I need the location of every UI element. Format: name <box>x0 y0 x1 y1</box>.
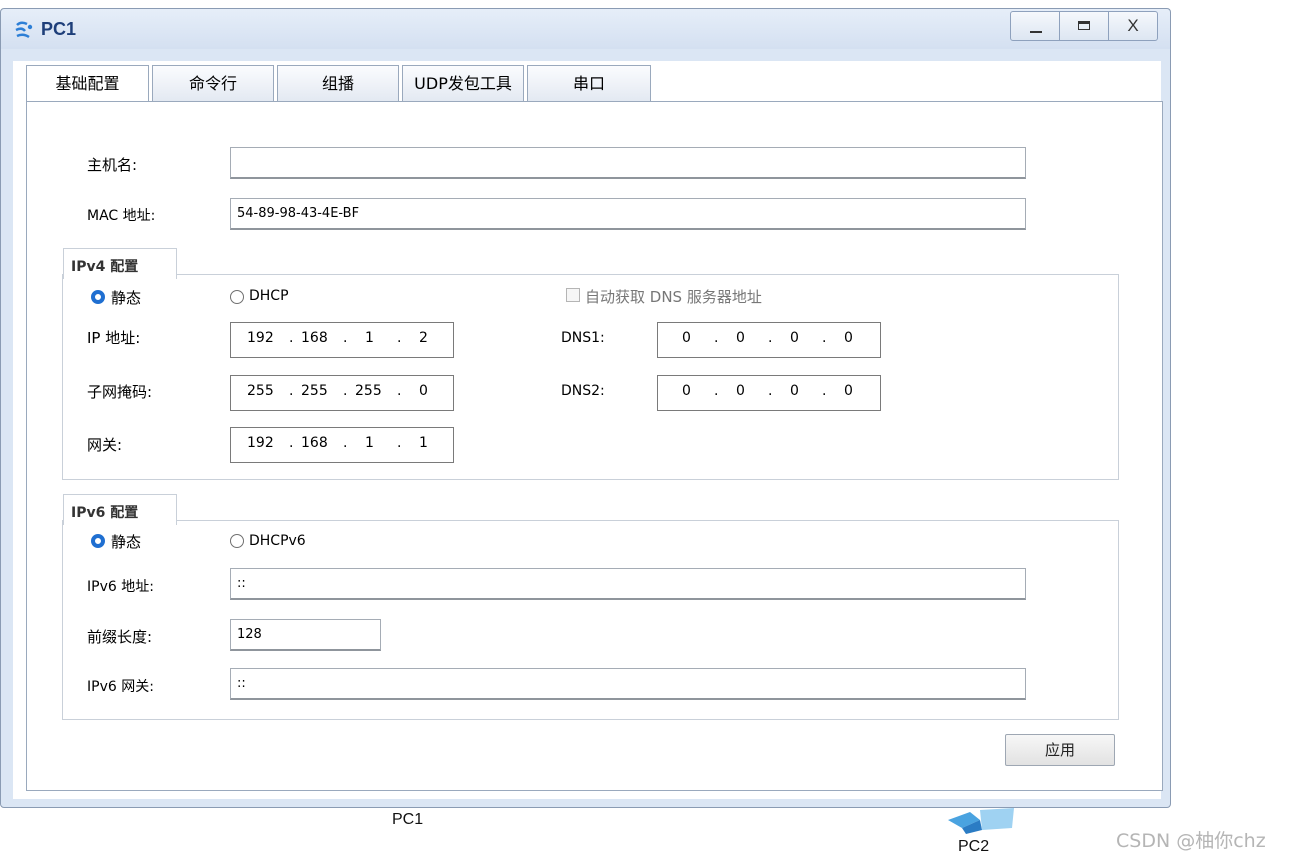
network-pc-icon <box>15 21 33 39</box>
mask-octet-3: 255 <box>355 383 382 399</box>
mac-input[interactable]: 54-89-98-43-4E-BF <box>230 198 1026 230</box>
ipv6-static-label: 静态 <box>111 533 142 551</box>
ip-octet-4: 2 <box>419 330 428 346</box>
pc1-config-window: PC1 X 基础配置 命令行 组播 UDP发包工具 串口 主机名: MAC 地址… <box>0 8 1171 808</box>
ipv4-static-label: 静态 <box>111 289 142 307</box>
ipv6-group-title: IPv6 配置 <box>71 505 139 521</box>
mask-octet-2: 255 <box>301 383 328 399</box>
ipv4-dhcp-radio[interactable] <box>230 290 244 304</box>
subnet-mask-input[interactable]: 255 . 255 . 255 . 0 <box>230 375 454 411</box>
pc2-node-icon[interactable] <box>940 806 1016 834</box>
csdn-watermark: CSDN @柚你chz <box>1116 830 1266 852</box>
pc1-node-label: PC1 <box>392 811 424 828</box>
basic-config-panel: 主机名: MAC 地址: 54-89-98-43-4E-BF IPv4 配置 静… <box>26 101 1163 791</box>
ip-address-input[interactable]: 192 . 168 . 1 . 2 <box>230 322 454 358</box>
ip-octet-1: 192 <box>247 330 274 346</box>
ipv4-static-radio[interactable] <box>91 290 105 304</box>
auto-dns-label: 自动获取 DNS 服务器地址 <box>585 288 762 306</box>
ipv6-dhcp-label: DHCPv6 <box>249 533 306 549</box>
window-title: PC1 <box>41 19 77 39</box>
mask-octet-4: 0 <box>419 383 428 399</box>
dns1-input[interactable]: 0 . 0 . 0 . 0 <box>657 322 881 358</box>
tab-udp-tool[interactable]: UDP发包工具 <box>402 65 524 101</box>
ipv4-dhcp-label: DHCP <box>249 288 289 304</box>
dns2-octet-1: 0 <box>682 383 691 399</box>
prefix-length-input[interactable]: 128 <box>230 619 381 651</box>
hostname-label: 主机名: <box>87 156 138 174</box>
auto-dns-checkbox[interactable] <box>566 288 580 302</box>
subnet-mask-label: 子网掩码: <box>87 383 153 401</box>
hostname-input[interactable] <box>230 147 1026 179</box>
ipv6-gateway-input[interactable]: :: <box>230 668 1026 700</box>
maximize-button[interactable] <box>1059 11 1109 41</box>
ip-octet-3: 1 <box>365 330 374 346</box>
gateway-label: 网关: <box>87 436 123 454</box>
dns2-octet-2: 0 <box>736 383 745 399</box>
dns2-octet-4: 0 <box>844 383 853 399</box>
tab-multicast[interactable]: 组播 <box>277 65 399 101</box>
ipv6-address-label: IPv6 地址: <box>87 579 154 595</box>
gateway-input[interactable]: 192 . 168 . 1 . 1 <box>230 427 454 463</box>
ipv6-dhcp-radio[interactable] <box>230 534 244 548</box>
ipv4-group-title: IPv4 配置 <box>71 259 139 275</box>
mac-label: MAC 地址: <box>87 208 156 224</box>
apply-button[interactable]: 应用 <box>1005 734 1115 766</box>
ip-label: IP 地址: <box>87 329 141 347</box>
tab-basic-config[interactable]: 基础配置 <box>26 65 149 102</box>
dns2-input[interactable]: 0 . 0 . 0 . 0 <box>657 375 881 411</box>
ipv6-address-input[interactable]: :: <box>230 568 1026 600</box>
minimize-button[interactable] <box>1010 11 1060 41</box>
gateway-octet-1: 192 <box>247 435 274 451</box>
dns1-octet-3: 0 <box>790 330 799 346</box>
gateway-octet-2: 168 <box>301 435 328 451</box>
maximize-icon <box>1078 21 1090 30</box>
ipv6-gateway-label: IPv6 网关: <box>87 679 154 695</box>
dns2-octet-3: 0 <box>790 383 799 399</box>
ip-octet-2: 168 <box>301 330 328 346</box>
gateway-octet-3: 1 <box>365 435 374 451</box>
prefix-length-label: 前缀长度: <box>87 628 153 646</box>
close-icon: X <box>1127 16 1139 35</box>
tab-command-line[interactable]: 命令行 <box>152 65 274 101</box>
title-bar[interactable]: PC1 X <box>1 9 1170 49</box>
dns1-octet-4: 0 <box>844 330 853 346</box>
close-button[interactable]: X <box>1108 11 1158 41</box>
gateway-octet-4: 1 <box>419 435 428 451</box>
pc2-node-label: PC2 <box>958 838 990 855</box>
minimize-icon <box>1030 31 1042 33</box>
tab-serial[interactable]: 串口 <box>527 65 651 101</box>
dns1-octet-2: 0 <box>736 330 745 346</box>
ipv6-static-radio[interactable] <box>91 534 105 548</box>
window-client-area: 基础配置 命令行 组播 UDP发包工具 串口 主机名: MAC 地址: 54-8… <box>13 61 1163 799</box>
dns1-label: DNS1: <box>561 330 605 346</box>
dns1-octet-1: 0 <box>682 330 691 346</box>
dns2-label: DNS2: <box>561 383 605 399</box>
mask-octet-1: 255 <box>247 383 274 399</box>
